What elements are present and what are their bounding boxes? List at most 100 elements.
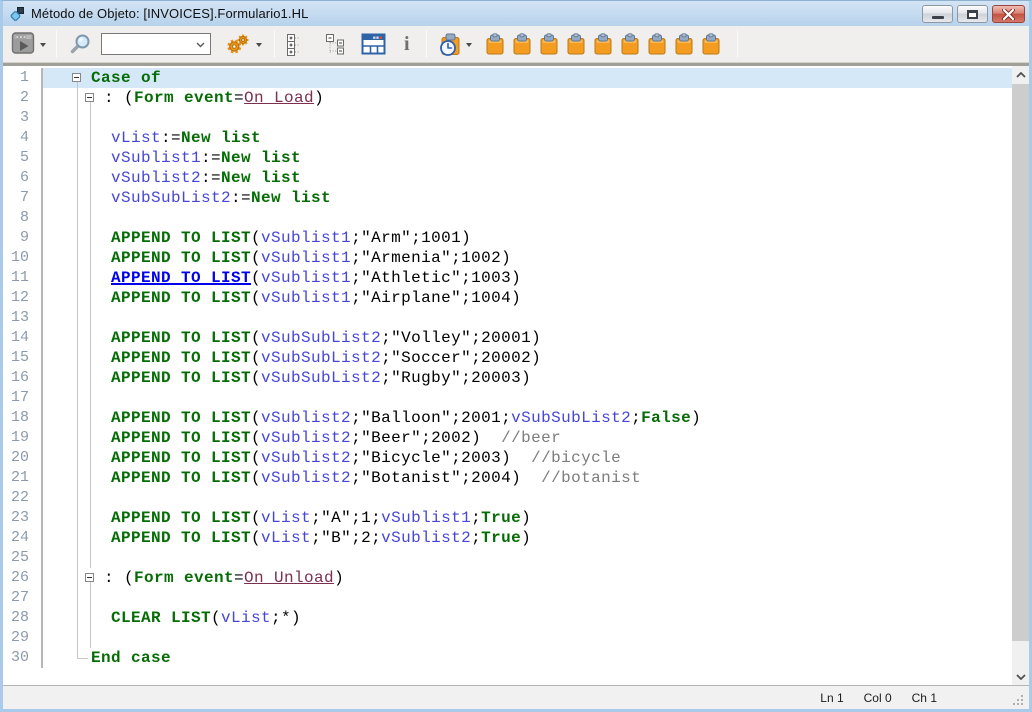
code-line-content[interactable]: vSubSubList2:=New list: [43, 188, 1012, 208]
code-line-content[interactable]: [43, 108, 1012, 128]
maximize-button[interactable]: [957, 5, 988, 23]
fold-guide-line: [90, 408, 91, 428]
scroll-up-button[interactable]: [1012, 66, 1029, 83]
collapse-all-icon[interactable]: [324, 33, 348, 56]
code-line-content[interactable]: APPEND TO LIST(vSublist2;"Beer";2002) //…: [43, 428, 1012, 448]
fold-guide-line: [77, 208, 78, 228]
code-token: (: [251, 529, 261, 547]
fold-guide-line: [90, 268, 91, 288]
fold-toggle-icon[interactable]: [72, 73, 81, 82]
clipboard-7-icon[interactable]: [646, 33, 668, 56]
code-token: APPEND TO LIST: [111, 289, 251, 307]
resize-grip-icon[interactable]: [1013, 695, 1015, 697]
code-token: (: [251, 429, 261, 447]
code-line: 22: [3, 488, 1012, 508]
fold-guide-line: [77, 608, 78, 628]
form-icon[interactable]: [361, 33, 387, 55]
fold-guide-line: [77, 108, 78, 128]
fold-guide-line: [77, 188, 78, 208]
close-button[interactable]: [992, 5, 1025, 23]
fold-guide-line: [90, 188, 91, 208]
run-method-button[interactable]: [11, 31, 46, 57]
code-line-content[interactable]: APPEND TO LIST(vSublist1;"Athletic";1003…: [43, 268, 1012, 288]
code-line: 27: [3, 588, 1012, 608]
code-line-content[interactable]: [43, 488, 1012, 508]
code-line-content[interactable]: APPEND TO LIST(vSubSubList2;"Soccer";200…: [43, 348, 1012, 368]
code-line-content[interactable]: [43, 208, 1012, 228]
search-icon[interactable]: [69, 32, 93, 56]
fold-toggle-icon[interactable]: [85, 93, 94, 102]
code-lines[interactable]: 1Case of2: (Form event=On Load)34vList:=…: [3, 68, 1012, 668]
code-line-content[interactable]: APPEND TO LIST(vSublist2;"Balloon";2001;…: [43, 408, 1012, 428]
vertical-scrollbar[interactable]: [1012, 66, 1029, 685]
preferences-button[interactable]: [225, 32, 262, 56]
clipboard-2-icon[interactable]: [511, 33, 533, 56]
title-bar[interactable]: Método de Objeto: [INVOICES].Formulario1…: [3, 1, 1029, 26]
code-editor[interactable]: 1Case of2: (Form event=On Load)34vList:=…: [3, 66, 1029, 685]
code-line: 1Case of: [3, 68, 1012, 88]
fold-guide-line: [90, 428, 91, 448]
code-token: ;"Armenia";1002): [351, 249, 511, 267]
code-line-content[interactable]: [43, 388, 1012, 408]
fold-guide-line: [77, 168, 78, 188]
toolbar-separator: [56, 30, 57, 58]
code-line-content[interactable]: Case of: [43, 68, 1012, 88]
clipboard-6-icon[interactable]: [619, 33, 641, 56]
code-token: APPEND TO LIST: [111, 449, 251, 467]
scrollbar-thumb[interactable]: [1012, 84, 1029, 641]
code-line-content[interactable]: APPEND TO LIST(vSublist1;"Armenia";1002): [43, 248, 1012, 268]
clipboard-9-icon[interactable]: [700, 33, 722, 56]
fold-guide-line: [77, 288, 78, 308]
code-line-content[interactable]: APPEND TO LIST(vSublist1;"Airplane";1004…: [43, 288, 1012, 308]
code-line-content[interactable]: APPEND TO LIST(vSubSubList2;"Rugby";2000…: [43, 368, 1012, 388]
code-token: ;: [471, 529, 481, 547]
code-line-content[interactable]: APPEND TO LIST(vList;"A";1;vSublist1;Tru…: [43, 508, 1012, 528]
method-search-combobox[interactable]: [101, 33, 211, 55]
clipboard-1-icon[interactable]: [484, 33, 506, 56]
maximize-icon: [967, 10, 978, 19]
code-token: APPEND TO LIST: [111, 229, 251, 247]
code-line-content[interactable]: : (Form event=On Unload): [43, 568, 1012, 588]
line-number: 4: [3, 128, 43, 148]
code-line-content[interactable]: [43, 308, 1012, 328]
chevron-down-icon: [1016, 674, 1026, 680]
code-token: =: [234, 89, 244, 107]
code-line-content[interactable]: APPEND TO LIST(vList;"B";2;vSublist2;Tru…: [43, 528, 1012, 548]
code-token: Form event: [134, 569, 234, 587]
line-number: 5: [3, 148, 43, 168]
fold-guide-line: [90, 508, 91, 528]
clipboard-8-icon[interactable]: [673, 33, 695, 56]
clipboard-history-button[interactable]: [437, 32, 472, 57]
code-line-content[interactable]: [43, 588, 1012, 608]
code-line-content[interactable]: [43, 628, 1012, 648]
fold-toggle-icon[interactable]: [85, 573, 94, 582]
code-line-content[interactable]: APPEND TO LIST(vSublist2;"Bicycle";2003)…: [43, 448, 1012, 468]
code-line-content[interactable]: : (Form event=On Load): [43, 88, 1012, 108]
clipboard-4-icon[interactable]: [565, 33, 587, 56]
code-line-content[interactable]: APPEND TO LIST(vSublist1;"Arm";1001): [43, 228, 1012, 248]
info-icon[interactable]: i: [401, 33, 413, 56]
code-line-content[interactable]: APPEND TO LIST(vSubSubList2;"Volley";200…: [43, 328, 1012, 348]
window-controls: [918, 5, 1025, 23]
code-line-content[interactable]: End case: [43, 648, 1012, 668]
close-icon: [1002, 9, 1015, 20]
minimize-button[interactable]: [922, 5, 953, 23]
line-number: 2: [3, 88, 43, 108]
line-number: 20: [3, 448, 43, 468]
preferences-gears-icon: [225, 32, 253, 56]
code-line-content[interactable]: CLEAR LIST(vList;*): [43, 608, 1012, 628]
code-line-content[interactable]: APPEND TO LIST(vSublist2;"Botanist";2004…: [43, 468, 1012, 488]
code-line-content[interactable]: vList:=New list: [43, 128, 1012, 148]
clipboard-5-icon[interactable]: [592, 33, 614, 56]
scroll-down-button[interactable]: [1012, 668, 1029, 685]
expand-all-icon[interactable]: [286, 33, 308, 56]
search-input[interactable]: [105, 35, 191, 53]
line-number: 23: [3, 508, 43, 528]
code-line-content[interactable]: [43, 548, 1012, 568]
minimize-icon: [932, 16, 944, 19]
code-line-content[interactable]: vSublist2:=New list: [43, 168, 1012, 188]
fold-guide-line: [90, 308, 91, 328]
fold-guide-line: [77, 548, 78, 568]
code-line-content[interactable]: vSublist1:=New list: [43, 148, 1012, 168]
clipboard-3-icon[interactable]: [538, 33, 560, 56]
